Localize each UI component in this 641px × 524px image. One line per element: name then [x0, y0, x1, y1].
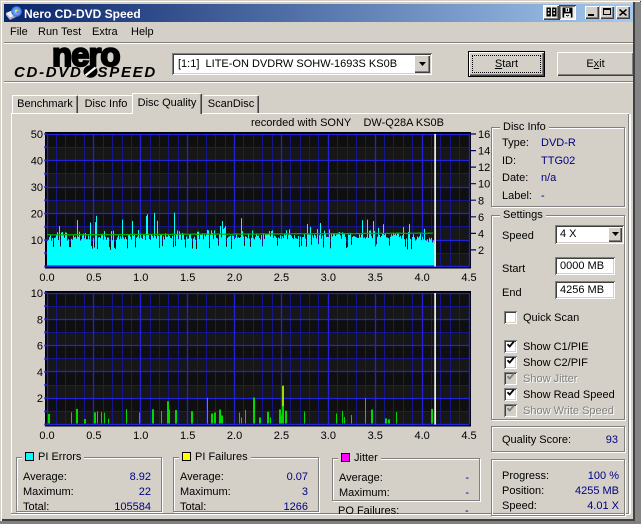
svg-text:10: 10 — [31, 235, 43, 247]
svg-text:20: 20 — [31, 209, 43, 221]
svg-text:50: 50 — [31, 129, 43, 141]
svg-text:2: 2 — [478, 245, 484, 257]
svg-text:14: 14 — [478, 146, 490, 158]
svg-text:recorded with SONY DW-Q28A: recorded with SONY DW-Q28A KS0B — [251, 117, 444, 129]
svg-text:10: 10 — [31, 288, 43, 300]
svg-text:1.5: 1.5 — [180, 272, 195, 284]
svg-text:4.5: 4.5 — [461, 430, 476, 442]
svg-text:2.5: 2.5 — [274, 430, 289, 442]
svg-text:4.0: 4.0 — [414, 430, 429, 442]
svg-text:0.5: 0.5 — [86, 430, 101, 442]
svg-text:3.5: 3.5 — [368, 272, 383, 284]
svg-text:40: 40 — [31, 156, 43, 168]
svg-text:1.0: 1.0 — [133, 430, 148, 442]
svg-text:8: 8 — [478, 195, 484, 207]
svg-text:3.5: 3.5 — [368, 430, 383, 442]
svg-text:2.0: 2.0 — [227, 272, 242, 284]
svg-text:6: 6 — [37, 341, 43, 353]
svg-text:4: 4 — [478, 228, 484, 240]
svg-text:2.5: 2.5 — [274, 272, 289, 284]
svg-text:12: 12 — [478, 162, 490, 174]
svg-text:1.5: 1.5 — [180, 430, 195, 442]
svg-text:30: 30 — [31, 182, 43, 194]
svg-text:2: 2 — [37, 393, 43, 405]
svg-text:1.0: 1.0 — [133, 272, 148, 284]
svg-text:6: 6 — [478, 212, 484, 224]
svg-text:16: 16 — [478, 129, 490, 141]
svg-text:3.0: 3.0 — [321, 430, 336, 442]
svg-text:4: 4 — [37, 367, 43, 379]
svg-text:4.0: 4.0 — [414, 272, 429, 284]
svg-text:3.0: 3.0 — [321, 272, 336, 284]
svg-text:4.5: 4.5 — [461, 272, 476, 284]
svg-text:10: 10 — [478, 179, 490, 191]
svg-text:8: 8 — [37, 314, 43, 326]
svg-text:0.0: 0.0 — [39, 272, 54, 284]
svg-text:0.0: 0.0 — [39, 430, 54, 442]
svg-text:2.0: 2.0 — [227, 430, 242, 442]
svg-text:0.5: 0.5 — [86, 272, 101, 284]
